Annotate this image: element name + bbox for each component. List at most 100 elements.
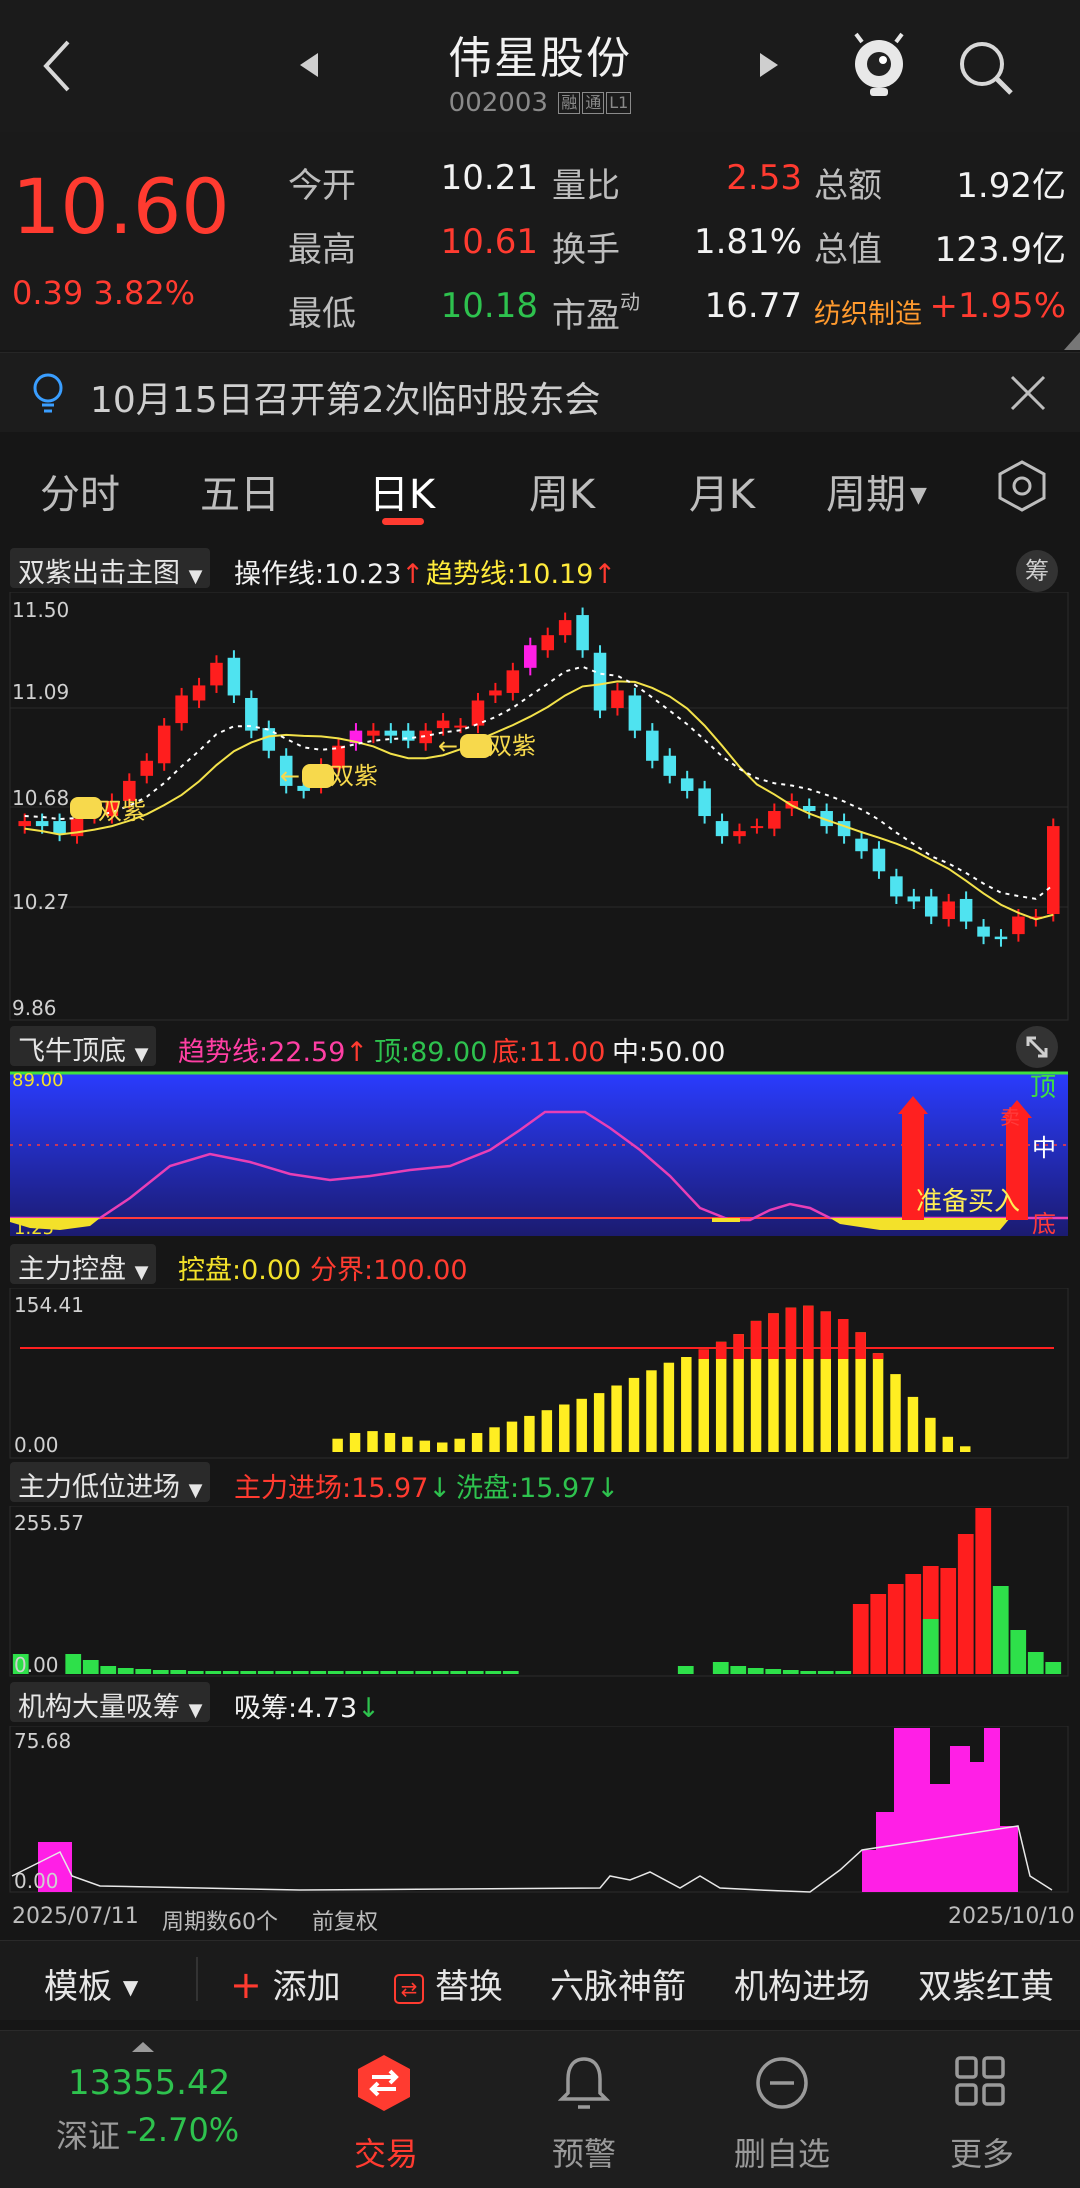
turnover-rate-value: 1.81% bbox=[693, 222, 802, 262]
grid-icon bbox=[954, 2055, 1006, 2111]
turnover-amount-value: 1.92亿 bbox=[956, 166, 1066, 206]
nav-trade[interactable]: 交易 bbox=[276, 2031, 496, 2188]
svg-text:←: ← bbox=[438, 732, 458, 760]
nav-alert-label: 预警 bbox=[551, 2135, 616, 2173]
main-indicator-select[interactable]: 双紫出击主图 ▼ bbox=[10, 548, 211, 589]
lowpos-bar bbox=[310, 1671, 327, 1674]
nav-alert[interactable]: 预警 bbox=[474, 2031, 694, 2188]
candle-chart[interactable]: 双紫 ← 双紫 ← 双紫 bbox=[0, 592, 1080, 1022]
control-bar bbox=[437, 1442, 448, 1452]
notice-bar[interactable]: 10月15日召开第2次临时股东会 bbox=[0, 352, 1080, 432]
candle-body bbox=[53, 821, 66, 834]
control-value: 控盘:0.00 bbox=[178, 1255, 302, 1286]
svg-text:154.41: 154.41 bbox=[14, 1293, 84, 1317]
candle-body bbox=[506, 670, 520, 693]
toolbar-item-jigou[interactable]: 机构进场 bbox=[734, 1959, 870, 2008]
lowpos-bar bbox=[747, 1668, 764, 1674]
lowpos-bar bbox=[852, 1604, 869, 1674]
candle-body bbox=[157, 725, 171, 764]
add-button[interactable]: + 添加 bbox=[230, 1959, 341, 2008]
tab-five-day[interactable]: 五日 bbox=[190, 462, 290, 520]
control-bar bbox=[925, 1417, 936, 1452]
candle-body bbox=[576, 615, 589, 651]
lightbulb-icon bbox=[28, 371, 68, 415]
industry-link[interactable]: 纺织制造 bbox=[814, 292, 922, 331]
lowpos-bar bbox=[170, 1670, 187, 1674]
control-chart: 154.41 0.00 bbox=[9, 1288, 1069, 1459]
tab-intraday[interactable]: 分时 bbox=[30, 462, 130, 520]
next-stock-icon[interactable] bbox=[756, 50, 782, 80]
plus-icon: + bbox=[230, 1963, 262, 2007]
feiniu-chart: 89.00 1.25 顶 中 底 卖 准备买入 bbox=[10, 1070, 1068, 1238]
y-tick: 9.86 bbox=[12, 996, 57, 1020]
control-bar bbox=[593, 1393, 605, 1452]
control-indicator-select[interactable]: 主力控盘 ▼ bbox=[10, 1244, 157, 1285]
candle-body bbox=[192, 685, 206, 701]
control-bar bbox=[890, 1374, 901, 1452]
replace-button[interactable]: ⇄ 替换 bbox=[394, 1959, 503, 2008]
control-bar bbox=[628, 1377, 640, 1452]
low-label: 最低 bbox=[288, 294, 356, 334]
svg-text:中: 中 bbox=[1032, 1134, 1056, 1162]
minus-circle-icon bbox=[754, 2055, 810, 2115]
trade-icon bbox=[356, 2053, 412, 2117]
candle-body bbox=[890, 876, 903, 897]
main-force-enter: 主力进场:15.97↓ bbox=[234, 1473, 452, 1504]
control-bar bbox=[402, 1436, 413, 1452]
tab-weekly-k[interactable]: 周K bbox=[512, 462, 612, 520]
tab-daily-k[interactable]: 日K bbox=[352, 462, 452, 520]
adjust-mode[interactable]: 前复权 bbox=[312, 1904, 378, 1936]
chip-button[interactable]: 筹 bbox=[1016, 550, 1058, 592]
volume-ratio-value: 2.53 bbox=[726, 158, 802, 198]
lowpos-bar bbox=[450, 1671, 467, 1674]
nav-remove-watch-label: 删自选 bbox=[733, 2135, 830, 2173]
close-icon[interactable] bbox=[1008, 373, 1048, 413]
lowpos-bar bbox=[117, 1668, 134, 1674]
control-bar bbox=[489, 1427, 500, 1452]
tab-period[interactable]: 周期 ▼ bbox=[826, 462, 946, 520]
double-purple-mark: ← 双紫 bbox=[280, 762, 378, 790]
settings-hex-icon[interactable] bbox=[996, 458, 1048, 514]
lowpos-bar bbox=[1045, 1662, 1062, 1674]
expand-icon[interactable] bbox=[1016, 1026, 1058, 1068]
lowpos-indicator-select[interactable]: 主力低位进场 ▼ bbox=[10, 1462, 211, 1503]
control-bar bbox=[419, 1440, 431, 1452]
control-bar-top bbox=[820, 1311, 832, 1359]
svg-text:75.68: 75.68 bbox=[14, 1729, 71, 1753]
absorb-indicator-select[interactable]: 机构大量吸筹 ▼ bbox=[10, 1682, 211, 1723]
control-bar bbox=[681, 1357, 692, 1452]
lowpos-bar bbox=[887, 1584, 904, 1674]
low-value: 10.18 bbox=[440, 286, 538, 326]
control-bar bbox=[960, 1446, 971, 1452]
toolbar-item-liumai[interactable]: 六脉神箭 bbox=[550, 1959, 686, 2008]
lowpos-bar bbox=[765, 1669, 782, 1674]
feiniu-indicator-select[interactable]: 飞牛顶底 ▼ bbox=[10, 1026, 157, 1067]
market-cap-value: 123.9亿 bbox=[934, 230, 1066, 270]
lowpos-bar bbox=[467, 1671, 484, 1674]
current-price: 10.60 bbox=[12, 162, 230, 251]
candle-body bbox=[524, 645, 537, 668]
lowpos-bar bbox=[922, 1619, 939, 1674]
lowpos-bar bbox=[240, 1671, 257, 1674]
stock-code: 002003 bbox=[448, 88, 548, 118]
search-icon[interactable] bbox=[956, 38, 1016, 98]
candle-body bbox=[1047, 826, 1060, 915]
index-ticker[interactable]: 13355.42 深证 -2.70% bbox=[0, 2031, 239, 2188]
chart-end-date: 2025/10/10 bbox=[948, 1904, 1075, 1929]
period-tabs: 分时 五日 日K 周K 月K 周期 ▼ bbox=[0, 434, 1080, 538]
nav-remove-watch[interactable]: 删自选 bbox=[672, 2031, 892, 2188]
candle-body bbox=[942, 901, 955, 920]
lowpos-bar bbox=[817, 1671, 834, 1674]
mascot-icon[interactable] bbox=[848, 30, 910, 102]
tab-monthly-k[interactable]: 月K bbox=[672, 462, 772, 520]
volume-ratio-label: 量比 bbox=[552, 166, 620, 206]
toolbar-item-shuangzi[interactable]: 双紫红黄 bbox=[918, 1959, 1054, 2008]
template-button[interactable]: 模板 ▼ bbox=[44, 1959, 138, 2008]
tag-tong: 通 bbox=[582, 92, 605, 114]
nav-more[interactable]: 更多 bbox=[872, 2031, 1080, 2188]
indicator-toolbar: 模板 ▼ + 添加 ⇄ 替换 六脉神箭 机构进场 双紫红黄 bbox=[0, 1940, 1080, 2020]
index-name: 深证 bbox=[56, 2117, 121, 2155]
lowpos-bar bbox=[677, 1666, 694, 1674]
candle-body bbox=[680, 778, 694, 791]
candle-body bbox=[140, 760, 154, 776]
